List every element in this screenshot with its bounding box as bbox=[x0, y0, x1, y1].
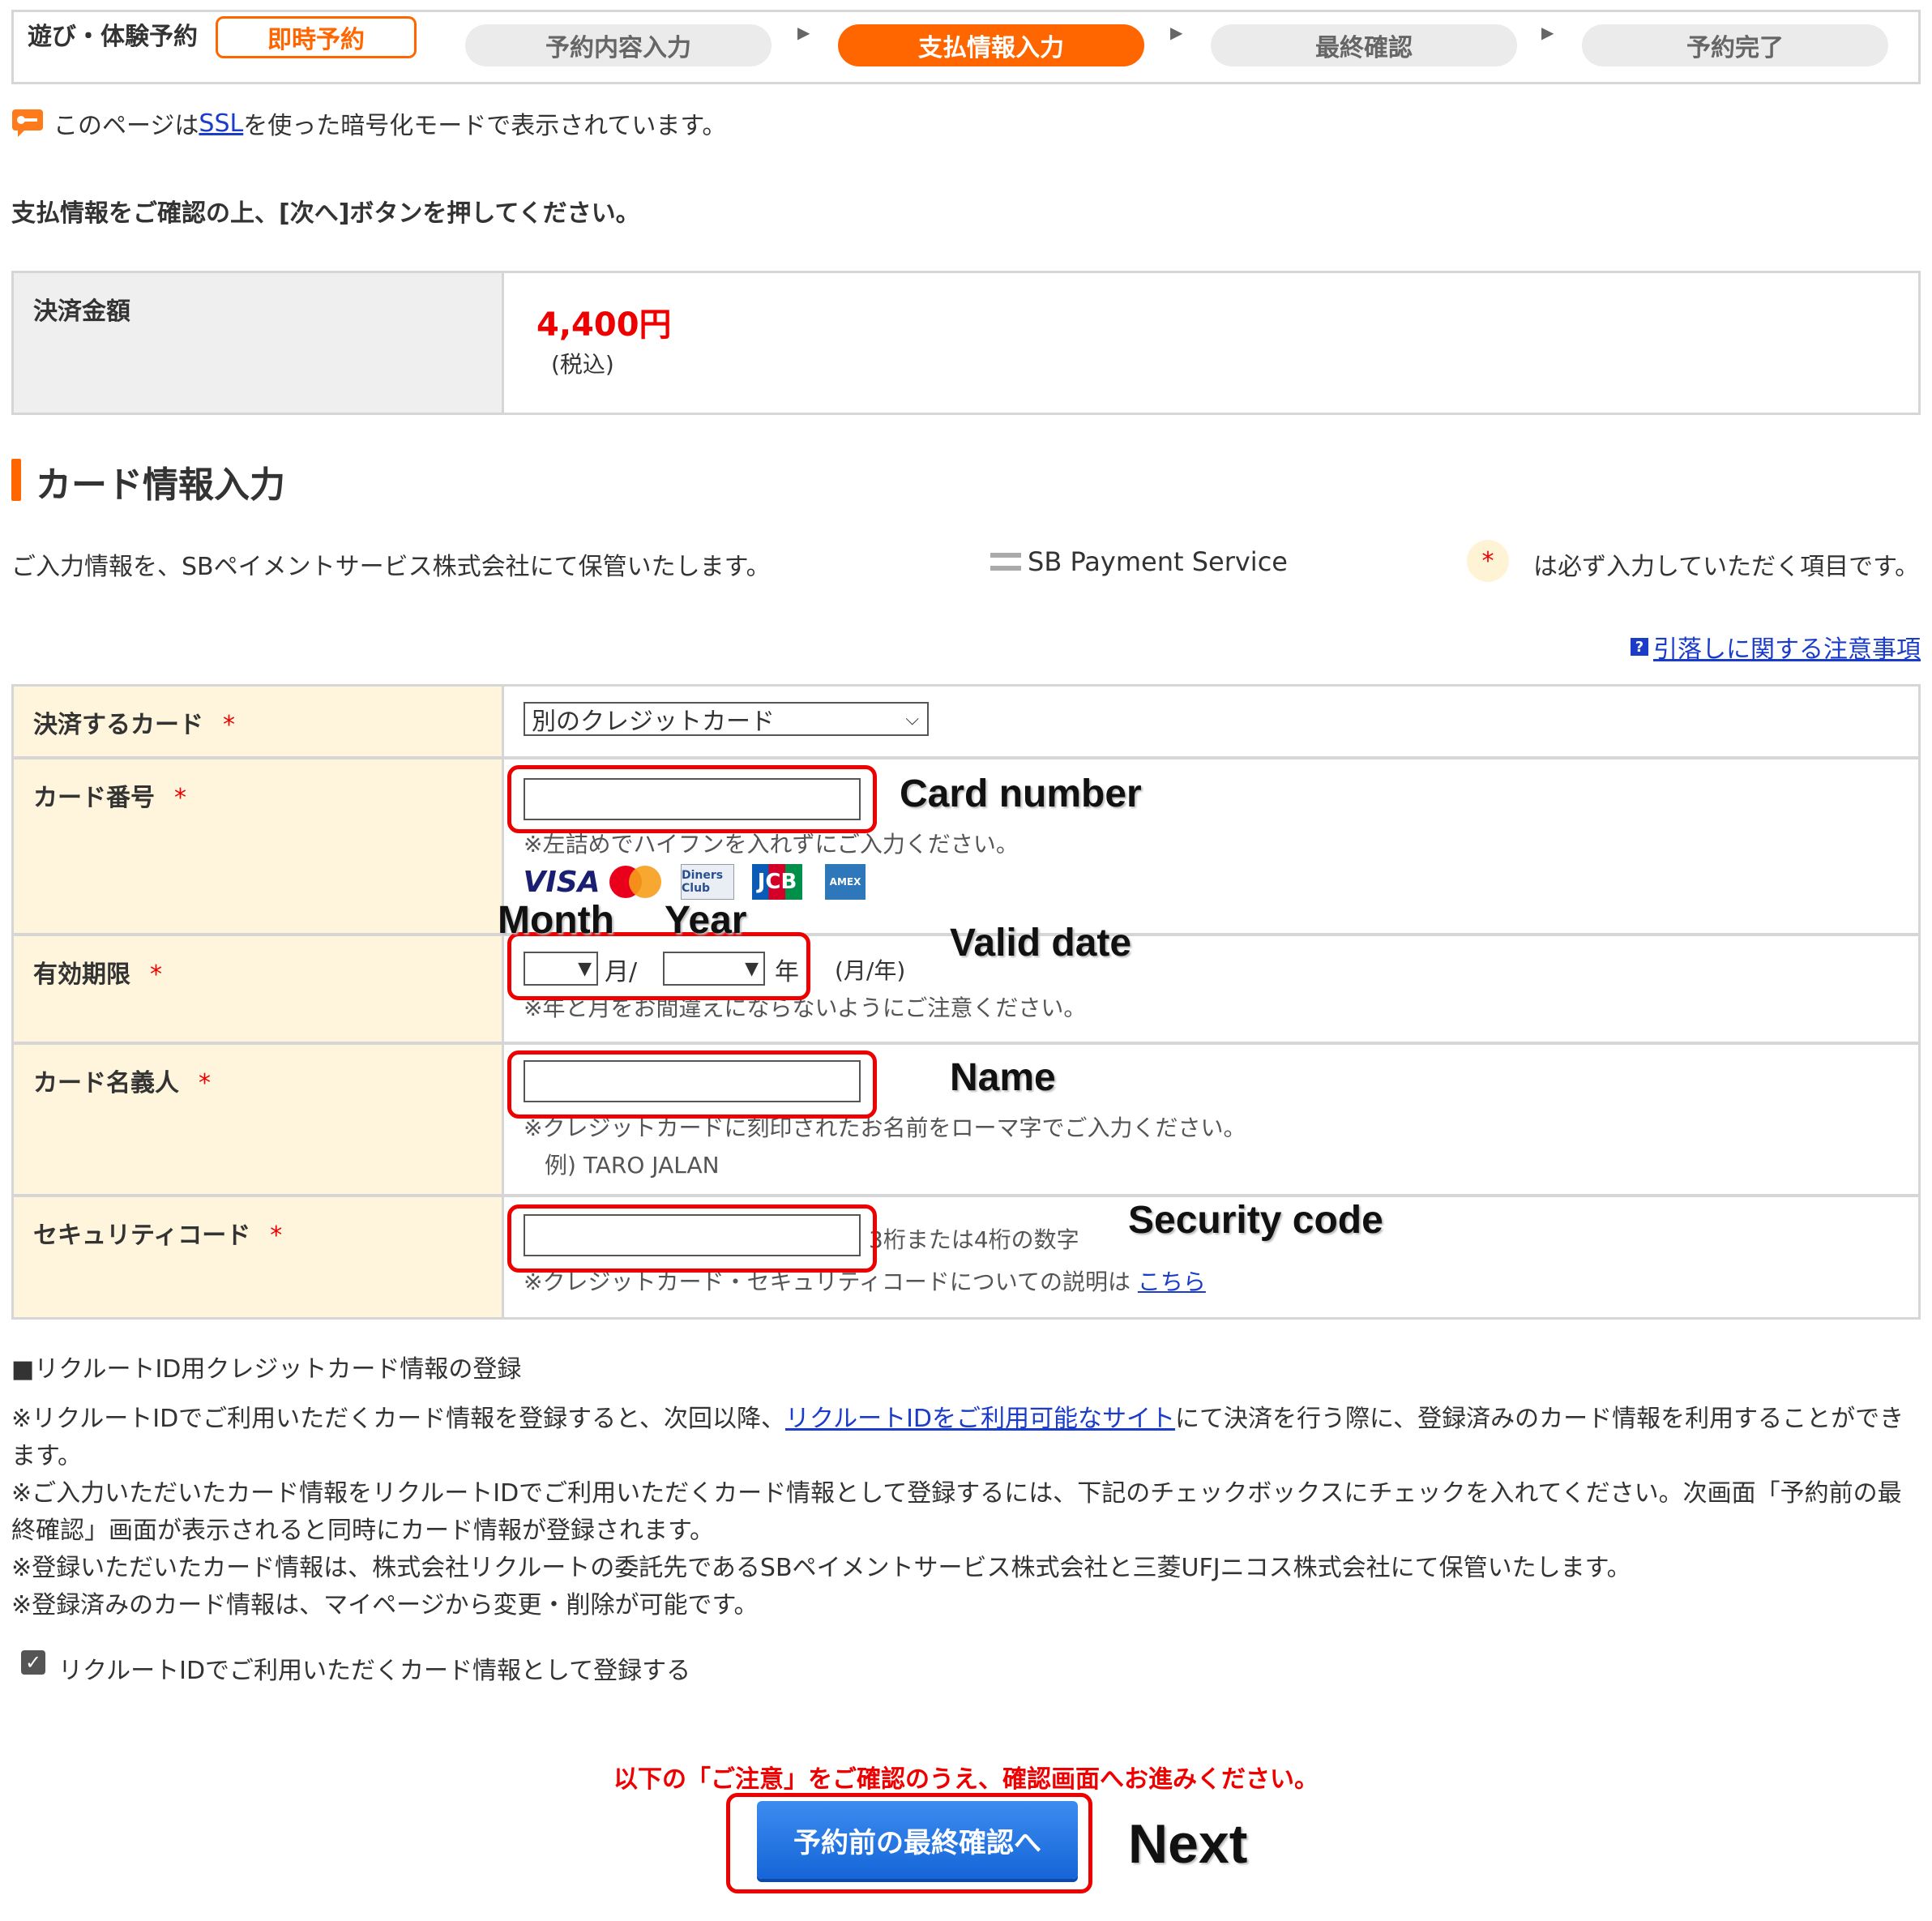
registration-line-1-before: ※リクルートIDでご利用いただくカード情報を登録すると、次回以降、 bbox=[11, 1405, 785, 1433]
card-number-highlight bbox=[507, 765, 877, 833]
required-star: * bbox=[223, 711, 235, 739]
ssl-link[interactable]: SSL bbox=[199, 109, 243, 138]
holder-label-text: カード名義人 bbox=[33, 1069, 179, 1097]
step-reservation-input: 予約内容入力 bbox=[465, 24, 772, 66]
step-arrow-icon: ▶ bbox=[1541, 23, 1554, 42]
card-select[interactable]: 別のクレジットカード ⌵ bbox=[524, 702, 929, 736]
ssl-text-after: を使った暗号化モードで表示されています。 bbox=[243, 112, 727, 140]
holder-highlight bbox=[507, 1050, 877, 1119]
final-caution-note: 以下の「ご注意」をご確認のうえ、確認画面へお進みください。 bbox=[613, 1765, 1319, 1794]
registration-title: ■リクルートID用クレジットカード情報の登録 bbox=[11, 1355, 522, 1384]
instruction-text: 支払情報をご確認の上、[次へ]ボタンを押してください。 bbox=[11, 199, 640, 228]
annotation-card-number: Card number bbox=[900, 772, 1142, 815]
section-title: カード情報入力 bbox=[36, 464, 285, 506]
ssl-notice: このページは SSL を使った暗号化モードで表示されています。 bbox=[11, 105, 726, 141]
annotation-security-code: Security code bbox=[1128, 1199, 1383, 1242]
amount-tax-note: (税込) bbox=[551, 351, 614, 378]
annotation-month: Month bbox=[498, 899, 614, 942]
required-star: * bbox=[270, 1221, 283, 1250]
expiry-format: (月/年) bbox=[835, 957, 906, 984]
required-star: * bbox=[174, 784, 186, 812]
ssl-text-before: このページは bbox=[53, 112, 199, 140]
required-star: * bbox=[150, 960, 162, 989]
next-button[interactable]: 予約前の最終確認へ bbox=[757, 1801, 1078, 1879]
required-note: は必ず入力していただく項目です。 bbox=[1533, 553, 1920, 581]
instant-booking-badge: 即時予約 bbox=[216, 16, 417, 58]
annotation-valid-date: Valid date bbox=[950, 922, 1132, 965]
sb-payment-logo: SB Payment Service bbox=[990, 546, 1288, 577]
annotation-next: Next bbox=[1128, 1813, 1248, 1875]
card-number-label-text: カード番号 bbox=[33, 784, 155, 812]
step-final-check: 最終確認 bbox=[1211, 24, 1517, 66]
registration-body: ※リクルートIDでご利用いただくカード情報を登録すると、次回以降、リクルートID… bbox=[11, 1401, 1921, 1624]
register-card-checkbox[interactable]: ✓ bbox=[21, 1650, 45, 1675]
jcb-logo-icon: JCB bbox=[752, 864, 802, 900]
recruit-sites-link[interactable]: リクルートIDをご利用可能なサイト bbox=[785, 1405, 1175, 1433]
card-select-label-text: 決済するカード bbox=[33, 711, 203, 739]
amex-logo-icon: AMEX bbox=[825, 864, 866, 900]
card-select-label: 決済するカード * bbox=[11, 684, 504, 759]
holder-example: 例) TARO JALAN bbox=[545, 1152, 720, 1179]
caution-link-text[interactable]: 引落しに関する注意事項 bbox=[1653, 629, 1921, 665]
checkmark-icon: ✓ bbox=[24, 1651, 42, 1674]
expiry-label-text: 有効期限 bbox=[33, 960, 130, 989]
sb-logo-icon bbox=[990, 553, 1021, 571]
security-digits-note: 3桁または4桁の数字 bbox=[869, 1226, 1079, 1253]
holder-label: カード名義人 * bbox=[11, 1042, 504, 1196]
security-highlight bbox=[507, 1204, 877, 1273]
sb-logo-text: SB Payment Service bbox=[1028, 546, 1288, 577]
key-icon bbox=[12, 109, 43, 137]
security-help-link[interactable]: こちら bbox=[1138, 1269, 1206, 1295]
expiry-label: 有効期限 * bbox=[11, 934, 504, 1044]
step-complete: 予約完了 bbox=[1582, 24, 1888, 66]
section-accent-bar bbox=[11, 459, 21, 501]
required-star: * bbox=[199, 1069, 211, 1097]
step-arrow-icon: ▶ bbox=[1170, 23, 1183, 42]
storage-note: ご入力情報を、SBペイメントサービス株式会社にて保管いたします。 bbox=[11, 553, 771, 581]
chevron-down-icon: ⌵ bbox=[905, 708, 919, 729]
security-label: セキュリティコード * bbox=[11, 1195, 504, 1320]
registration-line-1: ※リクルートIDでご利用いただくカード情報を登録すると、次回以降、リクルートID… bbox=[11, 1401, 1921, 1475]
diners-club-logo-icon: Diners Club bbox=[681, 864, 734, 900]
required-mark-badge: * bbox=[1467, 540, 1509, 582]
card-select-value: 別のクレジットカード bbox=[532, 708, 775, 736]
amount-value: 4,400円 bbox=[536, 306, 672, 344]
help-icon: ? bbox=[1631, 638, 1648, 656]
security-label-text: セキュリティコード bbox=[33, 1221, 251, 1250]
registration-line-3: ※登録いただいたカード情報は、株式会社リクルートの委託先であるSBペイメントサー… bbox=[11, 1554, 1631, 1582]
amount-label: 決済金額 bbox=[11, 271, 504, 415]
visa-logo-icon: VISA bbox=[523, 865, 601, 899]
step-payment-input: 支払情報入力 bbox=[838, 24, 1144, 66]
step-arrow-icon: ▶ bbox=[797, 23, 810, 42]
annotation-name: Name bbox=[950, 1056, 1056, 1099]
caution-link[interactable]: ? 引落しに関する注意事項 bbox=[1631, 629, 1921, 665]
registration-line-2: ※ご入力いただいたカード情報をリクルートIDでご利用いただくカード情報として登録… bbox=[11, 1479, 1902, 1545]
register-card-checkbox-label[interactable]: リクルートIDでご利用いただくカード情報として登録する bbox=[58, 1650, 690, 1686]
step-category: 遊び・体験予約 bbox=[28, 23, 198, 51]
annotation-year: Year bbox=[665, 899, 747, 942]
registration-line-4: ※登録済みのカード情報は、マイページから変更・削除が可能です。 bbox=[11, 1591, 759, 1619]
card-number-label: カード番号 * bbox=[11, 757, 504, 935]
mastercard-logo-icon bbox=[609, 864, 663, 900]
